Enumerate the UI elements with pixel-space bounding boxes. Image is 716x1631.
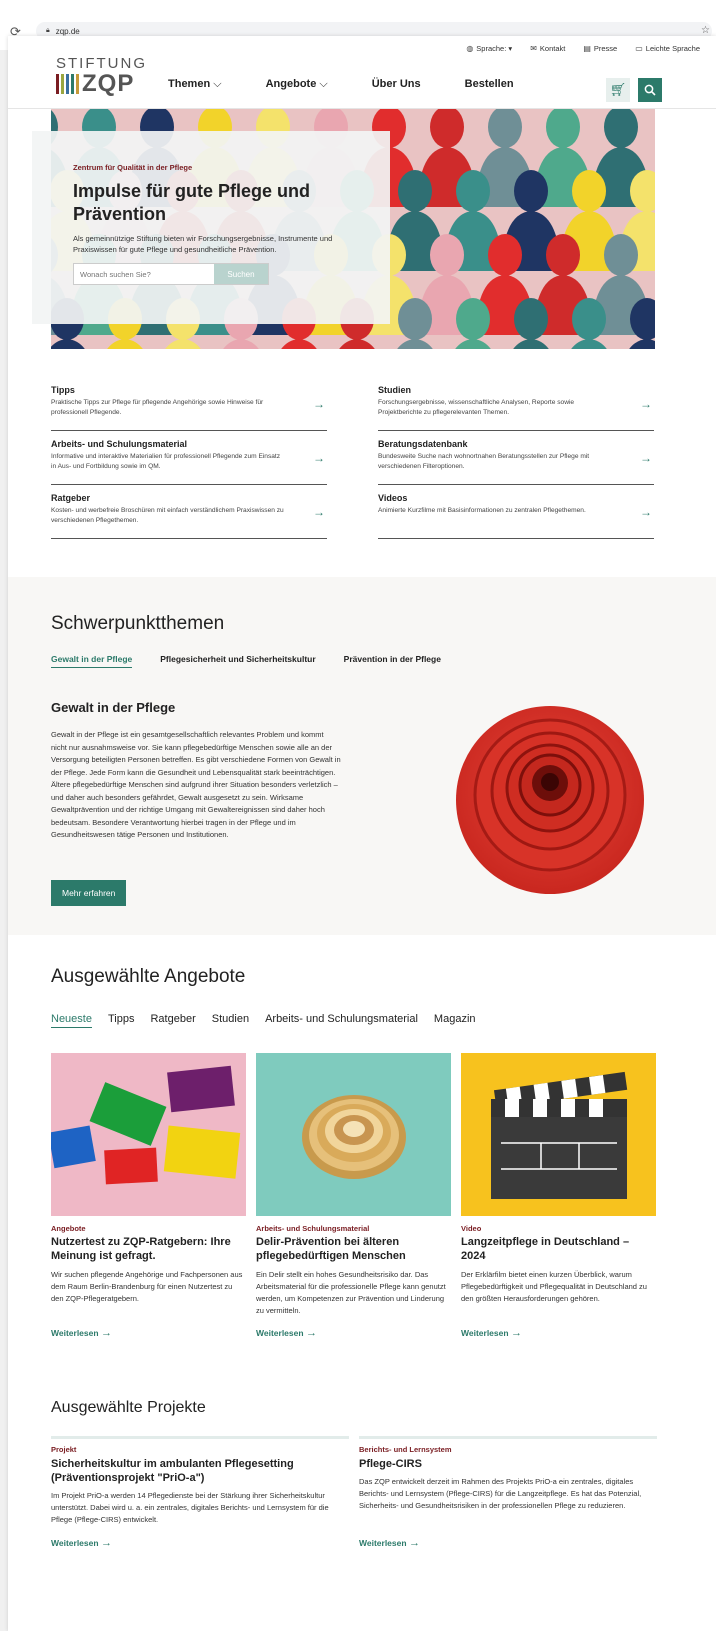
hero-text: Als gemeinnützige Stiftung bieten wir Fo… <box>73 234 333 254</box>
logo[interactable]: STIFTUNG ZQP <box>56 56 147 97</box>
arrow-right-icon: → <box>100 1327 112 1339</box>
project-card[interactable]: Berichts- und Lernsystem Pflege-CIRS Das… <box>359 1436 657 1512</box>
arrow-right-icon: → <box>313 397 325 411</box>
tab-ratgeber[interactable]: Ratgeber <box>150 1013 195 1028</box>
project-card[interactable]: Projekt Sicherheitskultur im ambulanten … <box>51 1436 349 1526</box>
read-more-link[interactable]: Weiterlesen → <box>51 1327 112 1339</box>
arrow-right-icon: → <box>640 397 652 411</box>
offer-card[interactable]: Arbeits- und Schulungsmaterial Delir-Prä… <box>256 1053 451 1317</box>
focus-title: Gewalt in der Pflege <box>51 700 176 715</box>
search-button[interactable] <box>638 78 662 102</box>
nav-ueber-uns[interactable]: Über Uns <box>372 78 421 91</box>
contact-link[interactable]: ✉ Kontakt <box>530 44 565 53</box>
more-button[interactable]: Mehr erfahren <box>51 880 127 906</box>
read-more-link[interactable]: Weiterlesen → <box>51 1537 112 1549</box>
offer-card[interactable]: Video Langzeitpflege in Deutschland – 20… <box>461 1053 656 1305</box>
globe-icon: ◍ <box>466 44 474 53</box>
main-nav: Themen ⌵ Angebote ⌵ Über Uns Bestellen <box>168 78 558 91</box>
page: ◍ Sprache: ▾ ✉ Kontakt ▤ Presse ▭ Leichte Sp… <box>8 36 716 1631</box>
bookmark-star-icon[interactable]: ☆ <box>701 25 710 36</box>
read-more-link[interactable]: Weiterlesen → <box>359 1537 420 1549</box>
chevron-down-icon: ⌵ <box>319 78 328 90</box>
tab-pflegesicherheit[interactable]: Pflegesicherheit und Sicherheitskultur <box>160 654 315 668</box>
hero-panel: Zentrum für Qualität in der Pflege Impul… <box>32 131 390 324</box>
lock-icon: 🔒︎ <box>46 27 50 34</box>
tab-gewalt[interactable]: Gewalt in der Pflege <box>51 654 133 668</box>
clapperboard-image <box>461 1053 656 1216</box>
brain-image <box>256 1053 451 1216</box>
read-more-link[interactable]: Weiterlesen → <box>461 1327 522 1339</box>
quick-links-right: Studien Forschungsergebnisse, wissenschaf… <box>378 377 654 539</box>
quick-links-left: Tipps Praktische Tipps zur Pflege für pfl… <box>51 377 327 539</box>
tab-praevention[interactable]: Prävention in der Pflege <box>344 654 441 668</box>
tab-studien[interactable]: Studien <box>212 1013 249 1028</box>
hero-search: Suchen <box>73 263 269 285</box>
projects-heading: Ausgewählte Projekte <box>51 1399 206 1416</box>
tab-material[interactable]: Arbeits- und Schulungsmaterial <box>265 1013 418 1028</box>
focus-text: Gewalt in der Pflege ist ein gesamtgesel… <box>51 730 341 839</box>
language-selector[interactable]: ◍ Sprache: ▾ <box>466 44 512 53</box>
logo-bars <box>56 74 79 94</box>
nav-angebote[interactable]: Angebote ⌵ <box>266 78 328 91</box>
offers-tabs: Neueste Tipps Ratgeber Studien Arbeits- … <box>51 1013 476 1028</box>
arrow-right-icon: → <box>100 1537 112 1549</box>
cart-icon: 🛒︎ <box>609 82 627 97</box>
press-link[interactable]: ▤ Presse <box>583 44 617 53</box>
nav-themen[interactable]: Themen ⌵ <box>168 78 222 91</box>
tab-neueste[interactable]: Neueste <box>51 1013 92 1028</box>
tab-magazin[interactable]: Magazin <box>434 1013 476 1028</box>
url-text: zqp.de <box>55 26 80 36</box>
quick-link-material[interactable]: Arbeits- und Schulungsmaterial Informativ… <box>51 431 327 485</box>
focus-topics-section: Schwerpunktthemen Gewalt in der Pflege P… <box>8 577 716 935</box>
offer-card[interactable]: Angebote Nutzertest zu ZQP-Ratgebern: Ih… <box>51 1053 246 1305</box>
spiral-illustration <box>456 706 644 894</box>
hero-title: Impulse für gute Pflege und Prävention <box>73 181 311 224</box>
arrow-right-icon: → <box>305 1327 317 1339</box>
search-icon <box>644 84 656 96</box>
focus-tabs: Gewalt in der Pflege Pflegesicherheit un… <box>51 654 441 668</box>
book-icon: ▭ <box>635 44 643 53</box>
arrow-right-icon: → <box>640 505 652 519</box>
easy-language-link[interactable]: ▭ Leichte Sprache <box>635 44 700 53</box>
document-icon: ▤ <box>583 44 591 53</box>
quick-link-tipps[interactable]: Tipps Praktische Tipps zur Pflege für pfl… <box>51 377 327 431</box>
offers-heading: Ausgewählte Angebote <box>51 966 246 987</box>
cart-button[interactable]: 🛒︎ <box>606 78 630 102</box>
arrow-right-icon: → <box>408 1537 420 1549</box>
utility-nav: ◍ Sprache: ▾ ✉ Kontakt ▤ Presse ▭ Leichte Sp… <box>466 44 700 53</box>
hero-kicker: Zentrum für Qualität in der Pflege <box>73 163 193 172</box>
arrow-right-icon: → <box>510 1327 522 1339</box>
section-heading: Schwerpunktthemen <box>51 613 225 634</box>
quick-link-beratung[interactable]: Beratungsdatenbank Bundesweite Suche nach… <box>378 431 654 485</box>
arrow-right-icon: → <box>640 451 652 465</box>
speech-bubbles-image <box>51 1053 246 1216</box>
read-more-link[interactable]: Weiterlesen → <box>256 1327 317 1339</box>
quick-link-ratgeber[interactable]: Ratgeber Kosten- und werbefreie Broschüre… <box>51 485 327 539</box>
arrow-right-icon: → <box>313 451 325 465</box>
tab-tipps[interactable]: Tipps <box>108 1013 135 1028</box>
hero-search-button[interactable]: Suchen <box>214 264 268 284</box>
logo-line2: ZQP <box>82 70 135 97</box>
hero-search-input[interactable] <box>74 264 214 284</box>
arrow-right-icon: → <box>313 505 325 519</box>
nav-bestellen[interactable]: Bestellen <box>465 78 514 91</box>
mail-icon: ✉ <box>530 44 537 53</box>
quick-link-studien[interactable]: Studien Forschungsergebnisse, wissenschaf… <box>378 377 654 431</box>
chevron-down-icon: ⌵ <box>213 78 222 90</box>
quick-link-videos[interactable]: Videos Animierte Kurzfilme mit Basisinfor… <box>378 485 654 539</box>
